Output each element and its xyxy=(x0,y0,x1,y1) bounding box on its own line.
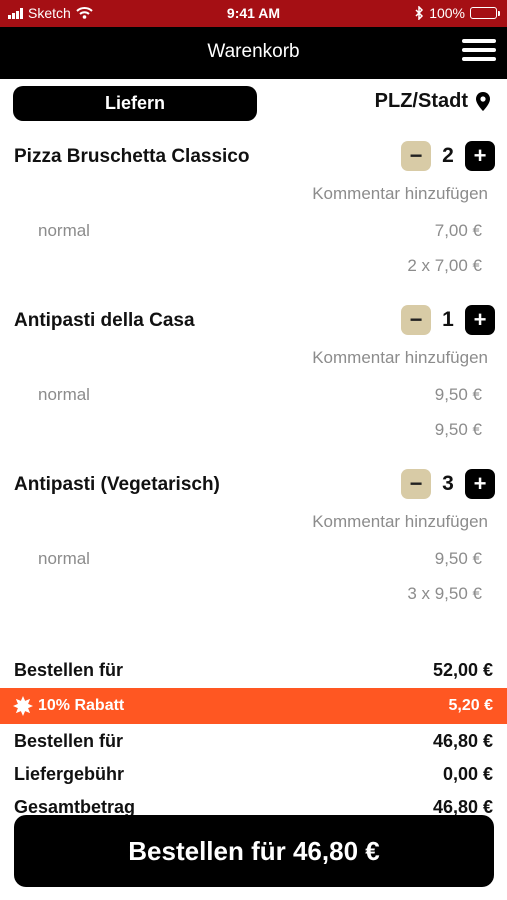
discount-value: 5,20 € xyxy=(448,697,493,714)
delivery-fee-row: Liefergebühr 0,00 € xyxy=(0,761,507,789)
delivery-mode-button[interactable]: Liefern xyxy=(13,86,257,121)
cart-item: Pizza Bruschetta Classico − 2 + Kommenta… xyxy=(0,141,507,301)
add-comment-link[interactable]: Kommentar hinzufügen xyxy=(312,184,488,204)
increase-quantity-button[interactable]: + xyxy=(465,305,495,335)
item-name: Pizza Bruschetta Classico xyxy=(14,146,250,167)
quantity-stepper: − 1 + xyxy=(401,305,495,335)
status-right: 100% xyxy=(415,5,500,21)
after-discount-label: Bestellen für xyxy=(14,731,124,751)
bluetooth-icon xyxy=(415,6,424,20)
quantity-value: 1 xyxy=(442,308,454,331)
quantity-stepper: − 2 + xyxy=(401,141,495,171)
add-comment-link[interactable]: Kommentar hinzufügen xyxy=(312,512,488,532)
subtotal-row: Bestellen für 52,00 € xyxy=(0,657,507,685)
after-discount-row: Bestellen für 46,80 € xyxy=(0,728,507,756)
item-line-total: 3 x 9,50 € xyxy=(407,584,482,603)
item-unit-price: 9,50 € xyxy=(434,549,482,568)
item-size: normal xyxy=(38,549,90,568)
increase-quantity-button[interactable]: + xyxy=(465,469,495,499)
location-pin-icon xyxy=(476,92,490,111)
hamburger-menu-icon[interactable] xyxy=(462,39,496,65)
quantity-value: 3 xyxy=(442,472,454,495)
subtotal-value: 52,00 € xyxy=(432,660,493,680)
quantity-value: 2 xyxy=(442,144,454,167)
cart-item: Antipasti (Vegetarisch) − 3 + Kommentar … xyxy=(0,469,507,629)
delivery-fee-value: 0,00 € xyxy=(442,764,493,784)
page-title: Warenkorb xyxy=(207,41,300,62)
increase-quantity-button[interactable]: + xyxy=(465,141,495,171)
discount-row: 10% Rabatt 5,20 € xyxy=(0,688,507,724)
decrease-quantity-button[interactable]: − xyxy=(401,141,431,171)
item-name: Antipasti della Casa xyxy=(14,310,195,331)
location-selector[interactable]: PLZ/Stadt xyxy=(375,90,490,113)
cart-item: Antipasti della Casa − 1 + Kommentar hin… xyxy=(0,305,507,465)
item-size: normal xyxy=(38,385,90,404)
item-line-total: 2 x 7,00 € xyxy=(407,256,482,275)
add-comment-link[interactable]: Kommentar hinzufügen xyxy=(312,348,488,368)
quantity-stepper: − 3 + xyxy=(401,469,495,499)
discount-badge-icon xyxy=(13,696,33,716)
item-name: Antipasti (Vegetarisch) xyxy=(14,474,220,495)
location-label: PLZ/Stadt xyxy=(374,90,468,112)
battery-icon xyxy=(470,7,500,19)
item-size: normal xyxy=(38,221,90,240)
discount-label: 10% Rabatt xyxy=(38,697,125,714)
item-line-total: 9,50 € xyxy=(434,420,482,439)
nav-bar: Warenkorb xyxy=(0,27,507,79)
order-button[interactable]: Bestellen für 46,80 € xyxy=(14,815,494,887)
decrease-quantity-button[interactable]: − xyxy=(401,469,431,499)
item-unit-price: 7,00 € xyxy=(434,221,482,240)
after-discount-value: 46,80 € xyxy=(432,731,493,751)
subtotal-label: Bestellen für xyxy=(14,660,124,680)
item-unit-price: 9,50 € xyxy=(434,385,482,404)
decrease-quantity-button[interactable]: − xyxy=(401,305,431,335)
status-bar: Sketch 9:41 AM 100% xyxy=(0,0,507,27)
battery-percent: 100% xyxy=(429,5,465,21)
delivery-fee-label: Liefergebühr xyxy=(14,764,125,784)
